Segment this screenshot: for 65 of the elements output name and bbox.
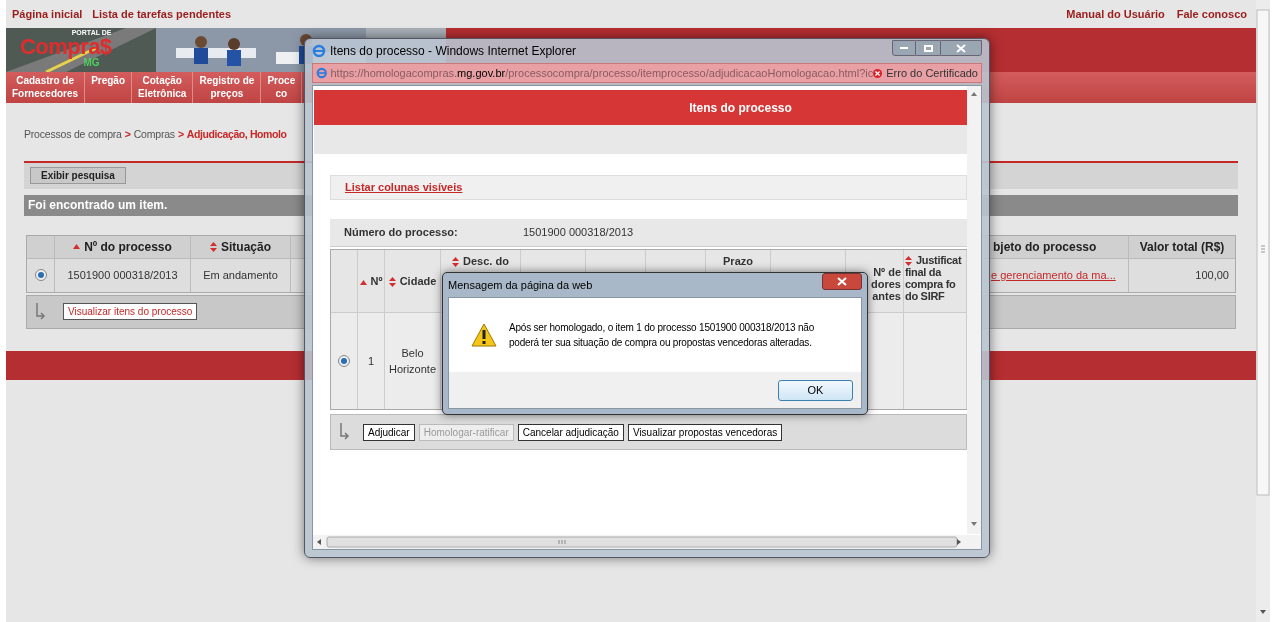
error-icon bbox=[873, 67, 883, 79]
column-header[interactable]: Valor total (R$) bbox=[1129, 235, 1235, 258]
breadcrumb-link[interactable]: Processos de compra bbox=[24, 127, 122, 143]
browser-icon bbox=[316, 66, 328, 80]
horizontal-scrollbar[interactable] bbox=[313, 535, 981, 549]
vertical-scrollbar[interactable] bbox=[967, 86, 981, 534]
action-button[interactable]: Cancelar adjudicação bbox=[517, 423, 624, 441]
breadcrumb-separator: > bbox=[124, 127, 131, 142]
table-cell-text: 1 bbox=[367, 353, 375, 369]
column-header[interactable]: Nº bbox=[359, 275, 383, 287]
breadcrumb-separator: > bbox=[177, 127, 184, 142]
breadcrumb-link[interactable]: Adjudicação, Homolo bbox=[186, 127, 287, 143]
process-value: 1501900 000318/2013 bbox=[523, 225, 634, 241]
address-bar[interactable]: https://homologacompras.mg.gov.br/processocompra/processo/itemprocesso/adjudicacaoHomologacao.html?ic Erro do Certificado bbox=[312, 63, 982, 83]
dialog-message: Após ser homologado, o item 1 do processo 1501900 000318/2013 não poderá ter sua situação de compra ou propostas vencedoras alteradas. bbox=[509, 321, 815, 350]
return-arrow-icon bbox=[35, 302, 47, 321]
column-header[interactable]: bjeto do processo bbox=[991, 235, 1129, 258]
certificate-error[interactable]: Erro do Certificado bbox=[886, 64, 978, 82]
top-link[interactable]: Manual do Usuário bbox=[1066, 5, 1165, 23]
search-button[interactable]: Exibir pesquisa bbox=[30, 167, 126, 185]
close-button[interactable] bbox=[822, 272, 862, 290]
nav-item[interactable]: Proce co bbox=[261, 72, 303, 103]
process-link[interactable]: e gerenciamento da ma... bbox=[991, 258, 1129, 292]
nav-item[interactable]: Pregão bbox=[85, 72, 133, 103]
top-link[interactable]: Página inicial bbox=[12, 5, 83, 23]
column-header[interactable]: Desc. do bbox=[452, 255, 509, 268]
column-header[interactable]: Nº de dores antes bbox=[871, 266, 901, 302]
top-link[interactable]: Lista de tarefas pendentes bbox=[92, 5, 232, 23]
table-cell: Em andamento bbox=[191, 258, 291, 292]
warning-icon bbox=[471, 323, 497, 347]
column-header[interactable]: Prazo bbox=[723, 255, 753, 267]
return-arrow-icon bbox=[339, 423, 351, 441]
logo-subtitle: MG bbox=[83, 58, 100, 68]
scrollbar[interactable] bbox=[1256, 0, 1270, 622]
breadcrumb-link[interactable]: Compras bbox=[133, 127, 175, 143]
close-button[interactable] bbox=[940, 40, 982, 56]
page-header: Itens do processo bbox=[314, 90, 967, 125]
column-header[interactable]: Cidade bbox=[388, 274, 437, 288]
column-header[interactable]: Situação bbox=[191, 235, 291, 258]
window-title: Itens do processo - Windows Internet Explorer bbox=[330, 43, 577, 60]
table-cell: 1501900 000318/2013 bbox=[55, 258, 191, 292]
radio-button[interactable] bbox=[338, 355, 350, 367]
columns-link[interactable]: Listar colunas visíveis bbox=[345, 179, 463, 196]
table-cell-text: 100,00 bbox=[1194, 268, 1230, 283]
table-cell-text: Belo Horizonte bbox=[387, 345, 438, 377]
close-icon bbox=[837, 276, 847, 286]
column-header[interactable]: Justificat final da compra fo do SIRF bbox=[905, 254, 962, 303]
action-button[interactable]: Adjudicar bbox=[363, 423, 415, 441]
radio-button[interactable] bbox=[34, 269, 47, 282]
ok-button[interactable]: OK bbox=[778, 379, 853, 401]
nav-item[interactable]: Registro de preços bbox=[193, 72, 262, 103]
process-label: Número do processo: bbox=[343, 225, 459, 241]
action-button[interactable]: Visualizar propostas vencedoras bbox=[627, 423, 783, 441]
browser-icon bbox=[312, 44, 326, 58]
maximize-button[interactable] bbox=[916, 40, 940, 56]
view-items-button[interactable]: Visualizar itens do processo bbox=[63, 303, 198, 321]
dialog-title: Mensagem da página da web bbox=[448, 277, 593, 293]
nav-item[interactable]: Cotação Eletrônica bbox=[132, 72, 194, 103]
url-text: https://homologacompras.mg.gov.br/processocompra/processo/itemprocesso/adjudicacaoHomologacao.html?ic bbox=[330, 65, 874, 81]
close-icon bbox=[956, 43, 966, 53]
column-header[interactable]: Nº do processo bbox=[55, 235, 191, 258]
nav-item[interactable]: Cadastro de Fornecedores bbox=[6, 72, 86, 103]
top-link[interactable]: Fale conosco bbox=[1176, 5, 1247, 23]
logo-title: Compra$ bbox=[20, 36, 112, 58]
minimize-button[interactable] bbox=[892, 40, 916, 56]
